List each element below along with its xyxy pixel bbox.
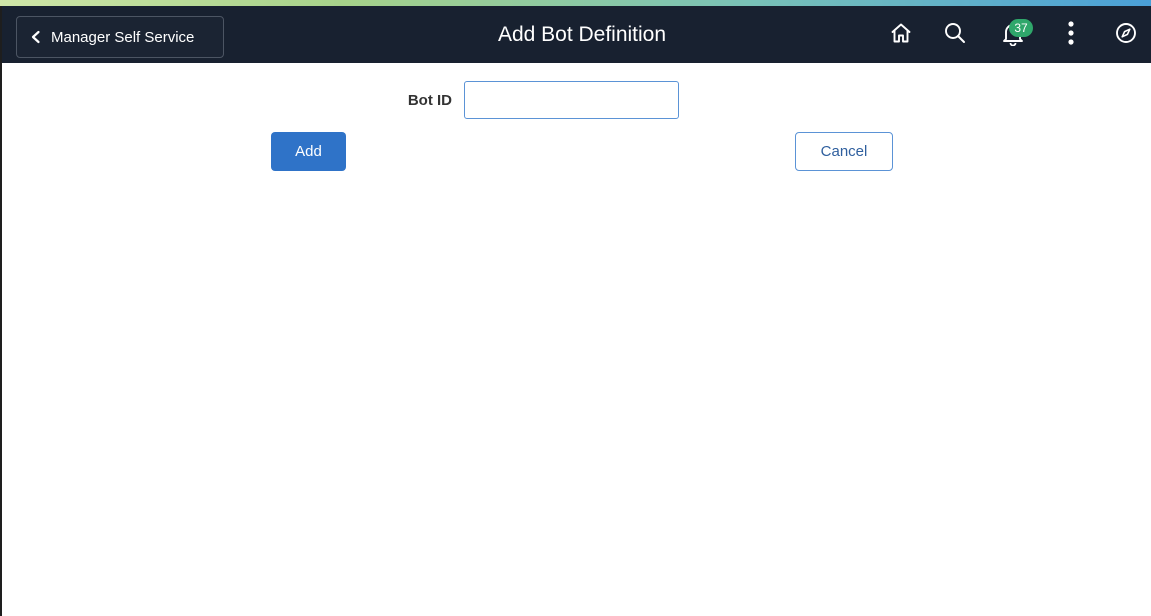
banner-header: Manager Self Service Add Bot Definition … (2, 6, 1151, 63)
bot-id-label: Bot ID (407, 92, 452, 109)
search-button[interactable] (938, 18, 972, 52)
back-button-label: Manager Self Service (51, 28, 195, 46)
notification-count-badge: 37 (1009, 19, 1033, 37)
search-icon (943, 21, 967, 50)
home-button[interactable] (884, 18, 918, 52)
home-icon (889, 21, 913, 50)
back-button[interactable]: Manager Self Service (16, 16, 224, 58)
more-vertical-icon (1066, 20, 1076, 51)
compass-icon (1114, 21, 1138, 50)
add-button[interactable]: Add (271, 132, 346, 171)
bot-id-input[interactable] (464, 81, 679, 119)
cancel-button[interactable]: Cancel (795, 132, 893, 171)
notifications-button[interactable]: 37 (996, 18, 1033, 52)
actions-menu-button[interactable] (1054, 18, 1088, 52)
page-title: Add Bot Definition (497, 23, 667, 46)
chevron-left-icon (29, 30, 43, 44)
navbar-button[interactable] (1109, 18, 1143, 52)
window-left-border (0, 0, 2, 616)
